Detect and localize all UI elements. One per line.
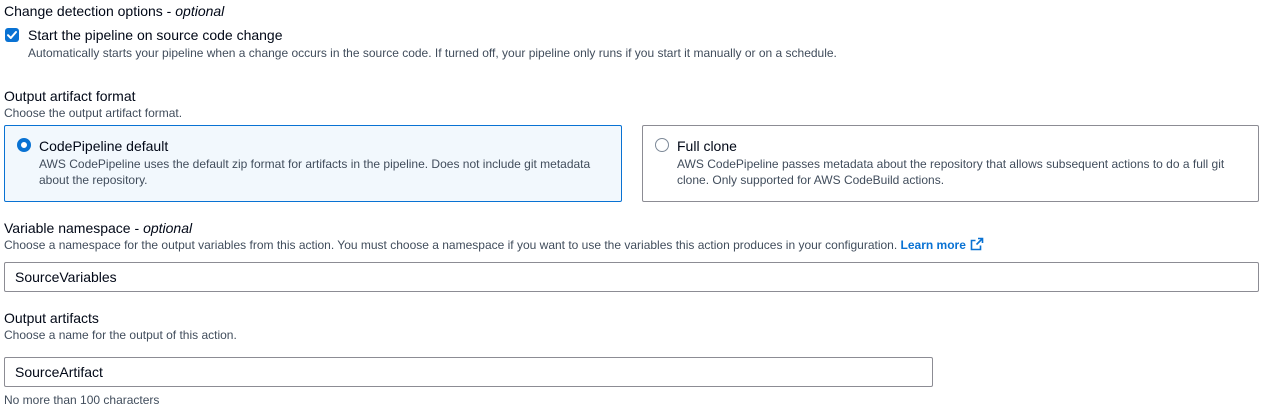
output-artifacts-description: Choose a name for the output of this act… (4, 328, 237, 342)
change-detection-label: Change detection options - optional (4, 3, 225, 19)
output-artifact-format-description: Choose the output artifact format. (4, 106, 183, 120)
variable-namespace-label-text: Variable namespace (4, 220, 131, 236)
learn-more-link[interactable]: Learn more (901, 237, 984, 255)
output-artifacts-constraint: No more than 100 characters (4, 393, 160, 407)
optional-tag: optional (143, 220, 193, 236)
output-artifacts-label: Output artifacts (4, 310, 99, 326)
codepipeline-default-description: AWS CodePipeline uses the default zip fo… (39, 157, 591, 187)
checkmark-icon (7, 31, 17, 39)
start-on-change-checkbox[interactable] (5, 28, 19, 42)
full-clone-radio[interactable] (655, 138, 669, 152)
start-on-change-description: Automatically starts your pipeline when … (28, 46, 837, 60)
external-link-icon[interactable] (970, 237, 984, 255)
start-on-change-label[interactable]: Start the pipeline on source code change (28, 26, 283, 44)
change-detection-label-text: Change detection options (4, 3, 163, 19)
full-clone-description: AWS CodePipeline passes metadata about t… (677, 157, 1225, 187)
full-clone-title: Full clone (677, 138, 737, 154)
full-clone-tile[interactable]: Full clone AWS CodePipeline passes metad… (642, 125, 1259, 202)
output-artifacts-input[interactable] (4, 357, 933, 387)
variable-namespace-input[interactable] (4, 262, 1259, 292)
codepipeline-default-title: CodePipeline default (39, 138, 169, 154)
optional-tag: optional (175, 3, 225, 19)
output-artifact-format-label: Output artifact format (4, 88, 136, 104)
codepipeline-default-radio[interactable] (17, 138, 31, 152)
variable-namespace-description-text: Choose a namespace for the output variab… (4, 238, 898, 252)
variable-namespace-label: Variable namespace - optional (4, 220, 193, 236)
learn-more-text[interactable]: Learn more (901, 238, 966, 252)
codepipeline-default-tile[interactable]: CodePipeline default AWS CodePipeline us… (4, 125, 622, 202)
variable-namespace-description: Choose a namespace for the output variab… (4, 237, 984, 255)
